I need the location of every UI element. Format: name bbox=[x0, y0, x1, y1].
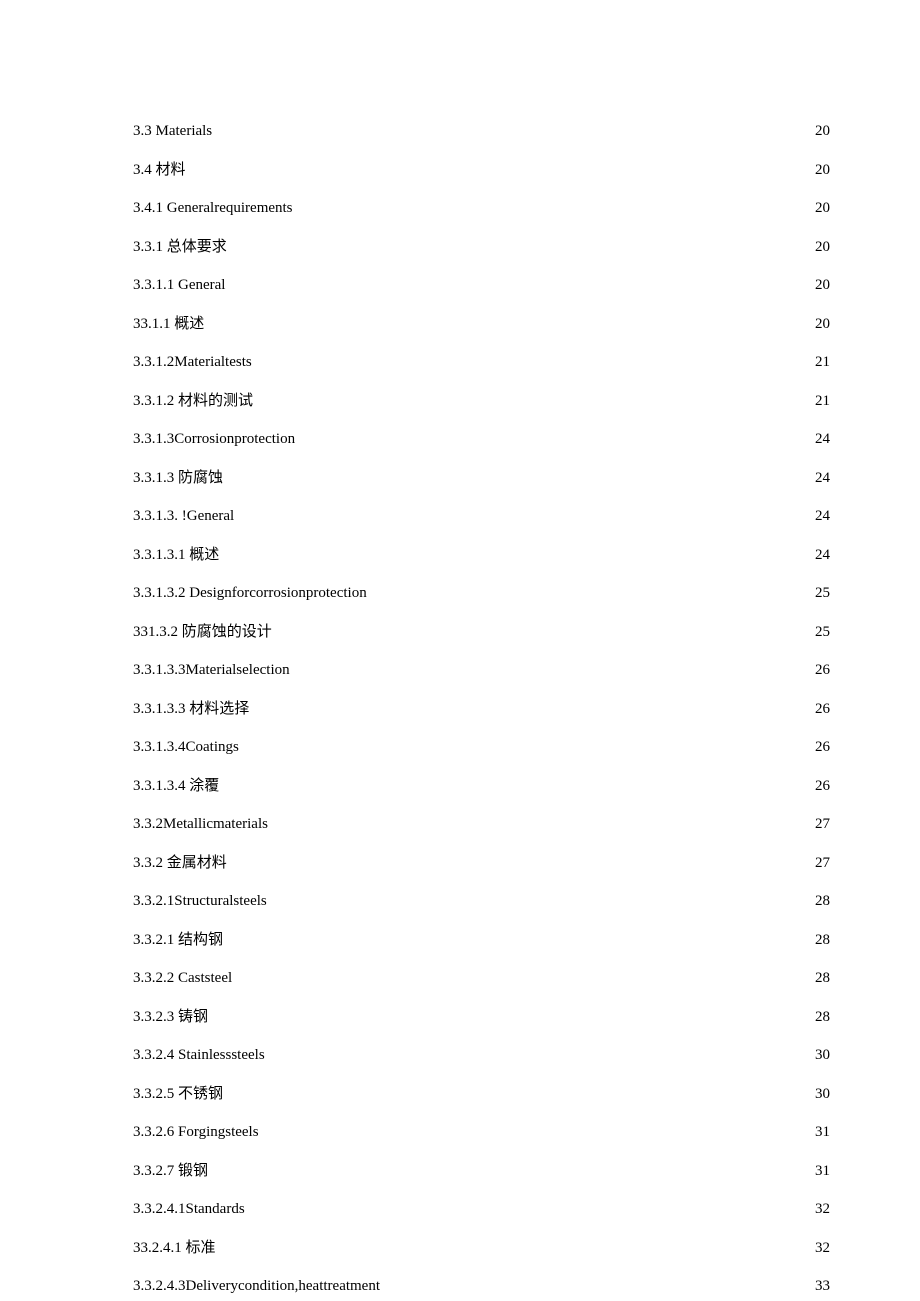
toc-label: 33.1.1 概述 bbox=[133, 313, 204, 336]
toc-page: 24 bbox=[815, 505, 830, 528]
toc-page: 24 bbox=[815, 428, 830, 451]
toc-entry: 3.4 材料 20 bbox=[133, 159, 830, 182]
toc-label: 3.4.1 Generalrequirements bbox=[133, 197, 293, 220]
toc-page: 20 bbox=[815, 313, 830, 336]
toc-label: 3.3.1.3.3 材料选择 bbox=[133, 698, 249, 721]
toc-entry: 3.3.2.2 Caststeel 28 bbox=[133, 967, 830, 990]
toc-entry: 33.2.4.1 标准 32 bbox=[133, 1237, 830, 1260]
toc-page: 21 bbox=[815, 351, 830, 374]
toc-label: 3.3.2.6 Forgingsteels bbox=[133, 1121, 259, 1144]
toc-label: 3.3.1.3.3Materialselection bbox=[133, 659, 290, 682]
toc-entry: 3.3.1.3.3Materialselection 26 bbox=[133, 659, 830, 682]
toc-label: 3.3.2.4.3Deliverycondition,heattreatment bbox=[133, 1275, 380, 1298]
toc-entry: 3.3.2.1Structuralsteels 28 bbox=[133, 890, 830, 913]
toc-label: 3.3.1.3.4Coatings bbox=[133, 736, 239, 759]
toc-label: 3.3.2 金属材料 bbox=[133, 852, 227, 875]
toc-page: 33 bbox=[815, 1275, 830, 1298]
toc-page: 31 bbox=[815, 1160, 830, 1183]
toc-container: 3.3 Materials203.4 材料203.4.1 Generalrequ… bbox=[133, 120, 830, 1298]
toc-page: 32 bbox=[815, 1237, 830, 1260]
toc-page: 26 bbox=[815, 736, 830, 759]
toc-page: 26 bbox=[815, 698, 830, 721]
toc-entry: 3.3.2.4.1Standards 32 bbox=[133, 1198, 830, 1221]
toc-entry: 3.3.1.1 General 20 bbox=[133, 274, 830, 297]
toc-entry: 3.3.1.3. !General 24 bbox=[133, 505, 830, 528]
toc-label: 3.3.2.7 锻钢 bbox=[133, 1160, 208, 1183]
toc-entry: 3.3.2.4 Stainlesssteels 30 bbox=[133, 1044, 830, 1067]
toc-page: 26 bbox=[815, 659, 830, 682]
toc-entry: 3.4.1 Generalrequirements 20 bbox=[133, 197, 830, 220]
toc-entry: 3.3.2.5 不锈钢 30 bbox=[133, 1083, 830, 1106]
toc-label: 3.3.2.3 铸钢 bbox=[133, 1006, 208, 1029]
toc-page: 20 bbox=[815, 197, 830, 220]
toc-label: 331.3.2 防腐蚀的设计 bbox=[133, 621, 272, 644]
toc-label: 3.3.2Metallicmaterials bbox=[133, 813, 268, 836]
toc-label: 3.3.1.3. !General bbox=[133, 505, 234, 528]
toc-entry: 3.3.1.3.4 涂覆 26 bbox=[133, 775, 830, 798]
toc-page: 21 bbox=[815, 390, 830, 413]
toc-page: 28 bbox=[815, 1006, 830, 1029]
toc-label: 3.3.2.1 结构钢 bbox=[133, 929, 223, 952]
toc-page: 27 bbox=[815, 813, 830, 836]
toc-entry: 3.3.1.2Materialtests 21 bbox=[133, 351, 830, 374]
toc-entry: 3.3.2.4.3Deliverycondition,heattreatment… bbox=[133, 1275, 830, 1298]
toc-entry: 3.3.2.1 结构钢 28 bbox=[133, 929, 830, 952]
toc-page: 28 bbox=[815, 967, 830, 990]
toc-page: 28 bbox=[815, 929, 830, 952]
toc-label: 3.3.1.3Corrosionprotection bbox=[133, 428, 295, 451]
toc-entry: 3.3.2 金属材料 27 bbox=[133, 852, 830, 875]
toc-page: 20 bbox=[815, 159, 830, 182]
toc-label: 3.3.1.2 材料的测试 bbox=[133, 390, 253, 413]
toc-page: 25 bbox=[815, 621, 830, 644]
toc-page: 28 bbox=[815, 890, 830, 913]
toc-entry: 331.3.2 防腐蚀的设计 25 bbox=[133, 621, 830, 644]
toc-page: 26 bbox=[815, 775, 830, 798]
toc-page: 32 bbox=[815, 1198, 830, 1221]
toc-entry: 3.3 Materials 20 bbox=[133, 120, 830, 143]
toc-page: 30 bbox=[815, 1044, 830, 1067]
toc-label: 3.3 Materials bbox=[133, 120, 212, 143]
toc-entry: 3.3.1 总体要求 20 bbox=[133, 236, 830, 259]
toc-page: 24 bbox=[815, 544, 830, 567]
toc-label: 3.3.1.3.2 Designforcorrosionprotection bbox=[133, 582, 367, 605]
toc-label: 3.3.1.3 防腐蚀 bbox=[133, 467, 223, 490]
toc-entry: 3.3.2Metallicmaterials 27 bbox=[133, 813, 830, 836]
toc-page: 20 bbox=[815, 120, 830, 143]
toc-entry: 3.3.1.2 材料的测试 21 bbox=[133, 390, 830, 413]
toc-page: 20 bbox=[815, 236, 830, 259]
toc-entry: 3.3.1.3.1 概述 24 bbox=[133, 544, 830, 567]
toc-entry: 3.3.1.3.4Coatings 26 bbox=[133, 736, 830, 759]
toc-page: 30 bbox=[815, 1083, 830, 1106]
toc-label: 3.4 材料 bbox=[133, 159, 186, 182]
toc-entry: 3.3.1.3.3 材料选择 26 bbox=[133, 698, 830, 721]
toc-entry: 3.3.1.3 防腐蚀 24 bbox=[133, 467, 830, 490]
toc-page: 24 bbox=[815, 467, 830, 490]
toc-label: 3.3.2.1Structuralsteels bbox=[133, 890, 267, 913]
toc-label: 3.3.2.5 不锈钢 bbox=[133, 1083, 223, 1106]
toc-entry: 3.3.2.6 Forgingsteels 31 bbox=[133, 1121, 830, 1144]
toc-label: 3.3.1.3.1 概述 bbox=[133, 544, 219, 567]
toc-label: 3.3.2.4.1Standards bbox=[133, 1198, 245, 1221]
toc-page: 25 bbox=[815, 582, 830, 605]
toc-page: 20 bbox=[815, 274, 830, 297]
toc-entry: 33.1.1 概述 20 bbox=[133, 313, 830, 336]
toc-page: 27 bbox=[815, 852, 830, 875]
toc-label: 33.2.4.1 标准 bbox=[133, 1237, 216, 1260]
toc-label: 3.3.1.1 General bbox=[133, 274, 225, 297]
toc-entry: 3.3.1.3Corrosionprotection 24 bbox=[133, 428, 830, 451]
toc-label: 3.3.2.2 Caststeel bbox=[133, 967, 232, 990]
toc-label: 3.3.2.4 Stainlesssteels bbox=[133, 1044, 265, 1067]
toc-label: 3.3.1.2Materialtests bbox=[133, 351, 252, 374]
toc-label: 3.3.1.3.4 涂覆 bbox=[133, 775, 219, 798]
toc-entry: 3.3.1.3.2 Designforcorrosionprotection 2… bbox=[133, 582, 830, 605]
toc-entry: 3.3.2.7 锻钢 31 bbox=[133, 1160, 830, 1183]
toc-entry: 3.3.2.3 铸钢 28 bbox=[133, 1006, 830, 1029]
toc-page: 31 bbox=[815, 1121, 830, 1144]
toc-label: 3.3.1 总体要求 bbox=[133, 236, 227, 259]
